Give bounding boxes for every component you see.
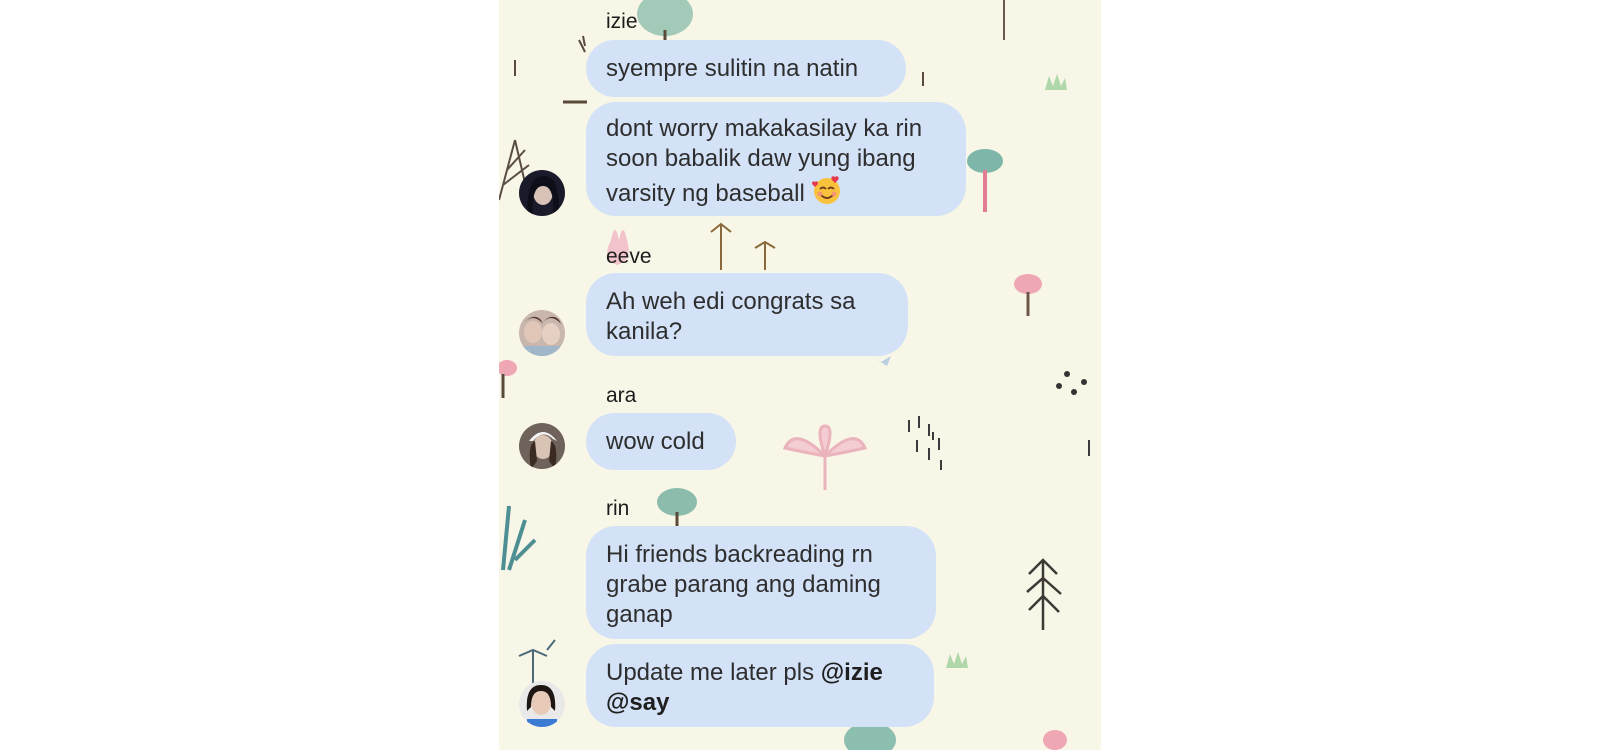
avatar[interactable] — [519, 170, 565, 216]
message-text: syempre sulitin na natin — [606, 55, 859, 82]
message-text: wow cold — [606, 428, 705, 455]
smiling-face-with-hearts-icon — [812, 176, 841, 204]
mushroom-doodle — [1014, 274, 1042, 316]
avatar-image — [519, 310, 565, 356]
avatar-image — [519, 170, 565, 216]
mushroom-doodle — [499, 360, 517, 398]
message-text: Ah weh edi congrats sa kanila? — [606, 288, 856, 345]
message-bubble[interactable]: Update me later pls @izie @say — [586, 644, 934, 727]
avatar[interactable] — [519, 310, 565, 356]
sender-name: rin — [606, 497, 630, 520]
tree-doodle — [637, 0, 693, 42]
chat-thread: izie syempre sulitin na natin dont worry… — [499, 0, 1101, 750]
mention-link[interactable]: @say — [606, 689, 669, 716]
message-text: Hi friends backreading rn grabe parang a… — [606, 541, 881, 628]
avatar-image — [519, 681, 565, 727]
tree-doodle — [657, 488, 697, 528]
avatar[interactable] — [519, 681, 565, 727]
message-bubble[interactable]: syempre sulitin na natin — [586, 40, 906, 97]
message-bubble[interactable]: wow cold — [586, 413, 736, 470]
sender-name: izie — [606, 10, 638, 33]
sender-name: ara — [606, 384, 637, 407]
mention-link[interactable]: @izie — [821, 659, 883, 686]
message-bubble[interactable]: dont worry makakasilay ka rin soon babal… — [586, 102, 966, 216]
message-text: Update me later pls — [606, 659, 815, 686]
message-bubble[interactable]: Hi friends backreading rn grabe parang a… — [586, 526, 936, 639]
message-text: dont worry makakasilay ka rin soon babal… — [606, 115, 923, 207]
avatar-image — [519, 423, 565, 469]
sender-name: eeve — [606, 245, 652, 268]
message-bubble[interactable]: Ah weh edi congrats sa kanila? — [586, 273, 908, 356]
tree-doodle — [967, 149, 1003, 212]
avatar[interactable] — [519, 423, 565, 469]
